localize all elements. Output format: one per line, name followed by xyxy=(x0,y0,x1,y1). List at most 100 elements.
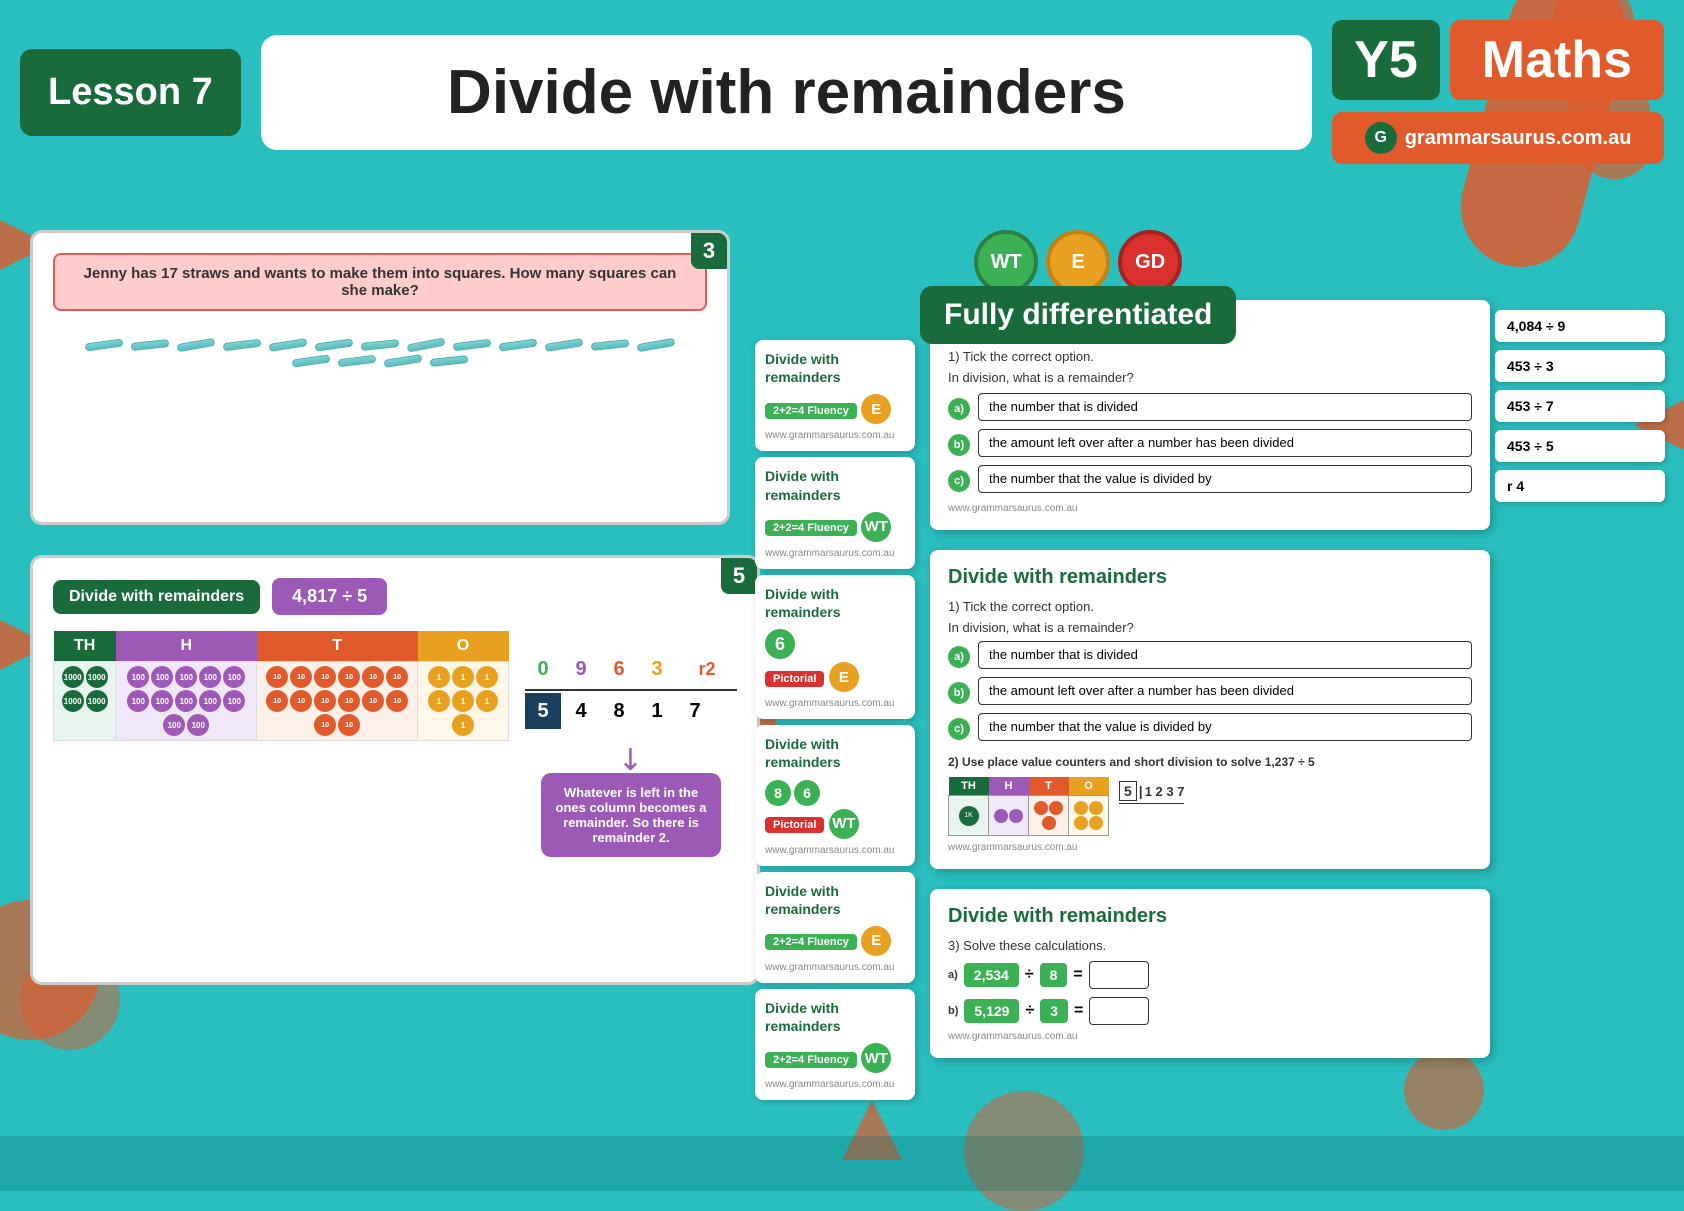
ws-q1-opt-row-3: c) the number that the value is divided … xyxy=(948,465,1472,497)
counter-10: 10 xyxy=(266,666,288,688)
year-badge: Y5 xyxy=(1332,20,1440,100)
side-eq-4: 453 ÷ 5 xyxy=(1495,430,1665,462)
counter-10: 10 xyxy=(338,714,360,736)
calc-2a: 5,129 xyxy=(964,999,1019,1023)
place-value-table: TH H T O 1000 1000 1000 xyxy=(53,631,509,741)
counter-1000: 1000 xyxy=(62,690,84,712)
website-url: grammarsaurus.com.au xyxy=(1405,127,1632,150)
pictorial-badge-3: Pictorial xyxy=(765,671,824,687)
result-3: 3 xyxy=(639,651,675,687)
ws-card-2-title: Divide with remainders xyxy=(765,467,905,503)
website-icon: G xyxy=(1365,122,1397,154)
opt2-label-c: c) xyxy=(948,718,970,740)
th-header: TH xyxy=(54,631,116,662)
sd-dividend: 1 2 3 7 xyxy=(1145,784,1185,799)
calc-1b: 8 xyxy=(1040,963,1068,987)
pv-cnt-o1 xyxy=(1074,801,1088,815)
main-worksheets: Divide with remainders 1) Tick the corre… xyxy=(930,300,1490,1068)
ws-q2-pv-area: TH H T O 1K xyxy=(948,777,1472,836)
straw xyxy=(223,339,262,352)
counter-10: 10 xyxy=(362,666,384,688)
lesson-badge: Lesson 7 xyxy=(20,49,241,136)
straw xyxy=(338,355,377,368)
e-circle: E xyxy=(1046,230,1110,294)
straw xyxy=(131,339,170,351)
ws-q2-opt-row-2: b) the amount left over after a number h… xyxy=(948,677,1472,709)
result-6: 6 xyxy=(601,651,637,687)
opt-label-c: c) xyxy=(948,470,970,492)
straw xyxy=(384,354,423,368)
o-counters: 1 1 1 1 1 1 1 xyxy=(422,666,504,736)
counter-100: 100 xyxy=(127,690,149,712)
counter-100: 100 xyxy=(223,690,245,712)
ws-card-5: Divide with remainders 2+2=4 Fluency E w… xyxy=(755,872,915,983)
ws-pv-table: TH H T O 1K xyxy=(948,777,1109,836)
counter-10: 10 xyxy=(386,666,408,688)
ws-q2-pv-instruction: 2) Use place value counters and short di… xyxy=(948,755,1472,769)
counter-1: 1 xyxy=(428,666,450,688)
title-box: Divide with remainders xyxy=(261,35,1312,150)
ws-website-5: www.grammarsaurus.com.au xyxy=(765,962,905,973)
divisor: 5 xyxy=(525,693,561,729)
straw xyxy=(453,339,492,352)
straw xyxy=(315,338,354,351)
num-badge-4b: 6 xyxy=(794,780,820,806)
counter-1: 1 xyxy=(452,714,474,736)
o-header: O xyxy=(418,631,509,662)
straw xyxy=(591,339,630,351)
short-div-result: 5 | 1 2 3 7 xyxy=(1119,781,1184,804)
slide1-question: Jenny has 17 straws and wants to make th… xyxy=(53,253,707,311)
wt-badge-2: WT xyxy=(861,512,891,542)
e-badge-5: E xyxy=(861,926,891,956)
straw xyxy=(85,338,124,351)
ws-website-6: www.grammarsaurus.com.au xyxy=(765,1079,905,1090)
side-eq-1-text: 4,084 ÷ 9 xyxy=(1507,318,1565,334)
counter-100: 100 xyxy=(163,714,185,736)
counter-100: 100 xyxy=(199,690,221,712)
opt2-label-a: a) xyxy=(948,646,970,668)
counter-1000: 1000 xyxy=(62,666,84,688)
counter-10: 10 xyxy=(362,690,384,712)
ws-card-4: Divide with remainders 8 6 Pictorial WT … xyxy=(755,725,915,865)
pv-cnt-t1 xyxy=(1034,801,1048,815)
ws-q1-opt-row-2: b) the amount left over after a number h… xyxy=(948,429,1472,461)
ws-q2-opt-row-1: a) the number that is divided xyxy=(948,641,1472,673)
side-eq-3: 453 ÷ 7 xyxy=(1495,390,1665,422)
counter-10: 10 xyxy=(314,714,336,736)
ws-card-1-title: Divide with remainders xyxy=(765,350,905,386)
ws-q1-options: a) the number that is divided b) the amo… xyxy=(948,393,1472,497)
lesson-label: Lesson 7 xyxy=(48,71,213,113)
straws-container xyxy=(53,331,707,375)
ws-website-main1: www.grammarsaurus.com.au xyxy=(948,503,1472,514)
wt-circle: WT xyxy=(974,230,1038,294)
ws-website-main2: www.grammarsaurus.com.au xyxy=(948,842,1472,853)
ws-main-title-q2: Divide with remainders xyxy=(948,566,1472,589)
th-counters: 1000 1000 1000 1000 xyxy=(58,666,111,712)
pv-t: T xyxy=(1029,777,1069,796)
calc-1-answer xyxy=(1089,961,1149,989)
counter-10: 10 xyxy=(314,666,336,688)
ws-website-main3: www.grammarsaurus.com.au xyxy=(948,1031,1472,1042)
calc-row-2-label: b) xyxy=(948,1005,958,1017)
straw xyxy=(499,338,538,351)
ws-q2-opt-a: the number that is divided xyxy=(978,641,1472,669)
slide-number-1: 3 xyxy=(691,233,727,269)
pv-row: 1K xyxy=(949,796,1109,836)
counter-10: 10 xyxy=(386,690,408,712)
ws-card-2: Divide with remainders 2+2=4 Fluency WT … xyxy=(755,457,915,568)
ws-q1-opt-b: the amount left over after a number has … xyxy=(978,429,1472,457)
pv-cell-h xyxy=(989,796,1029,836)
slide2-equation: 4,817 ÷ 5 xyxy=(272,578,387,615)
ws-q1-instruction: 1) Tick the correct option. xyxy=(948,349,1472,364)
counter-100: 100 xyxy=(223,666,245,688)
calc-1-op: ÷ xyxy=(1025,966,1034,984)
wt-badge-4: WT xyxy=(829,809,859,839)
straw xyxy=(292,354,331,367)
dividend-8: 8 xyxy=(601,693,637,729)
sd-5: 5 xyxy=(1119,781,1137,801)
ws-card-1: Divide with remainders 2+2=4 Fluency E w… xyxy=(755,340,915,451)
side-eq-5-text: r 4 xyxy=(1507,478,1524,494)
counter-10: 10 xyxy=(266,690,288,712)
slide2-header: Divide with remainders 4,817 ÷ 5 xyxy=(53,578,737,615)
calc-2-op: ÷ xyxy=(1025,1002,1034,1020)
